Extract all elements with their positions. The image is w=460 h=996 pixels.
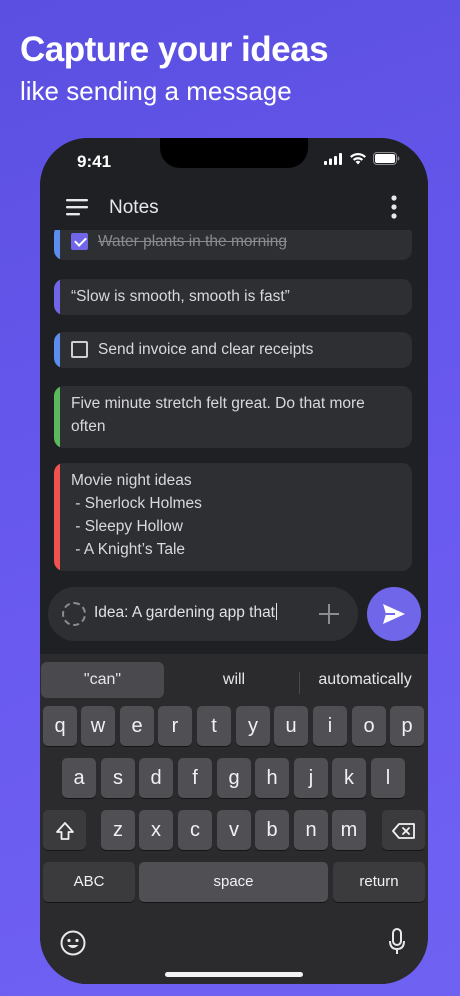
key-o[interactable]: o <box>352 706 386 746</box>
abc-key[interactable]: ABC <box>43 862 135 902</box>
shift-key[interactable] <box>43 810 86 850</box>
space-key[interactable]: space <box>139 862 328 902</box>
return-key[interactable]: return <box>333 862 425 902</box>
keyboard: "can" will automatically q w e r t y u i… <box>40 654 428 984</box>
checkbox-checked-icon[interactable] <box>71 233 88 250</box>
suggestion-divider <box>299 672 300 694</box>
note-item[interactable]: Send invoice and clear receipts <box>54 332 412 368</box>
app-bar: Notes <box>40 188 428 230</box>
note-list-item: - Sherlock Holmes <box>71 495 202 512</box>
suggestion-1[interactable]: "can" <box>41 662 164 698</box>
key-i[interactable]: i <box>313 706 347 746</box>
note-list-item: - Sleepy Hollow <box>71 518 183 535</box>
key-v[interactable]: v <box>217 810 251 850</box>
notes-list: Water plants in the morning “Slow is smo… <box>54 230 412 574</box>
promo-subline: like sending a message <box>20 76 292 106</box>
key-g[interactable]: g <box>217 758 251 798</box>
plus-icon[interactable] <box>318 603 340 625</box>
key-y[interactable]: y <box>236 706 270 746</box>
home-indicator <box>165 972 303 977</box>
send-button[interactable] <box>367 587 421 641</box>
key-t[interactable]: t <box>197 706 231 746</box>
note-item[interactable]: Movie night ideas - Sherlock Holmes - Sl… <box>54 463 412 571</box>
send-icon <box>383 604 405 624</box>
battery-icon <box>373 152 400 165</box>
app-title: Notes <box>109 197 159 218</box>
checkbox-icon[interactable] <box>71 341 88 358</box>
microphone-icon[interactable] <box>388 928 406 956</box>
status-icons <box>324 152 400 165</box>
notch <box>160 138 308 168</box>
dashed-circle-icon[interactable] <box>62 602 86 626</box>
note-title: Movie night ideas <box>71 472 192 489</box>
key-e[interactable]: e <box>120 706 154 746</box>
note-text: Send invoice and clear receipts <box>98 341 314 358</box>
key-s[interactable]: s <box>101 758 135 798</box>
note-item[interactable]: Water plants in the morning <box>54 230 412 260</box>
emoji-icon[interactable] <box>60 930 86 956</box>
menu-icon[interactable] <box>66 198 88 216</box>
more-vert-icon[interactable] <box>390 194 398 220</box>
wifi-icon <box>350 153 366 165</box>
key-j[interactable]: j <box>294 758 328 798</box>
text-caret <box>276 603 277 620</box>
backspace-icon <box>391 822 415 839</box>
key-q[interactable]: q <box>43 706 77 746</box>
status-time: 9:41 <box>77 152 112 171</box>
key-b[interactable]: b <box>255 810 289 850</box>
note-text: “Slow is smooth, smooth is fast” <box>71 288 290 305</box>
key-x[interactable]: x <box>139 810 173 850</box>
note-list-item: - A Knight’s Tale <box>71 541 186 558</box>
note-text: Water plants in the morning <box>98 233 287 250</box>
composer-input[interactable]: Idea: A gardening app that <box>94 603 277 622</box>
note-composer[interactable]: Idea: A gardening app that <box>48 587 358 641</box>
key-l[interactable]: l <box>371 758 405 798</box>
key-n[interactable]: n <box>294 810 328 850</box>
key-k[interactable]: k <box>332 758 366 798</box>
key-z[interactable]: z <box>101 810 135 850</box>
app-screen: 9:41 Notes Water plants in the morning “… <box>40 138 428 984</box>
key-a[interactable]: a <box>62 758 96 798</box>
suggestion-3[interactable]: automatically <box>302 662 428 698</box>
key-p[interactable]: p <box>390 706 424 746</box>
suggestion-bar: "can" will automatically <box>40 662 428 698</box>
key-h[interactable]: h <box>255 758 289 798</box>
key-u[interactable]: u <box>274 706 308 746</box>
note-item[interactable]: Five minute stretch felt great. Do that … <box>54 386 412 448</box>
signal-icon <box>324 152 342 165</box>
key-f[interactable]: f <box>178 758 212 798</box>
phone-frame: 9:41 Notes Water plants in the morning “… <box>40 138 428 984</box>
key-r[interactable]: r <box>158 706 192 746</box>
note-text: Five minute stretch felt great. Do that … <box>71 395 365 435</box>
key-c[interactable]: c <box>178 810 212 850</box>
promo-headline: Capture your ideas <box>20 30 329 69</box>
key-w[interactable]: w <box>81 706 115 746</box>
shift-icon <box>55 821 74 840</box>
note-item[interactable]: “Slow is smooth, smooth is fast” <box>54 279 412 315</box>
key-m[interactable]: m <box>332 810 366 850</box>
key-d[interactable]: d <box>139 758 173 798</box>
suggestion-2[interactable]: will <box>170 662 298 698</box>
backspace-key[interactable] <box>382 810 425 850</box>
